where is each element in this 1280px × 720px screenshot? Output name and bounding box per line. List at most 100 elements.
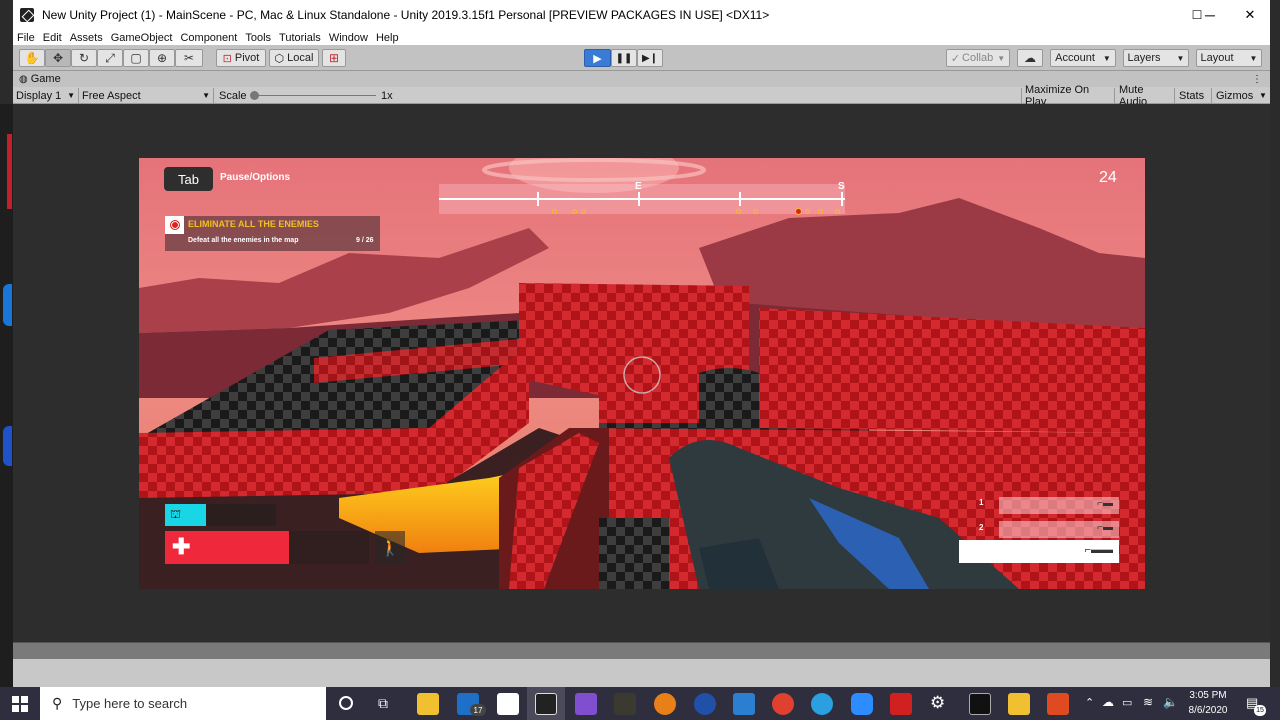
gizmos-toggle[interactable]: Gizmos (1213, 88, 1257, 103)
custom-tool-button[interactable]: ✂ (175, 49, 203, 67)
close-button[interactable]: ✕ (1230, 0, 1270, 30)
acrobat-icon[interactable] (890, 693, 912, 715)
mute-audio-toggle[interactable]: Mute Audio (1116, 84, 1175, 108)
unity-editor-icon[interactable] (535, 693, 557, 715)
scale-tool-button[interactable]: ⤢ (97, 49, 123, 67)
objective-title: ELIMINATE ALL THE ENEMIES (188, 219, 319, 229)
snap-button[interactable]: ⊞ (322, 49, 346, 67)
wifi-icon[interactable]: ≋ (1143, 695, 1153, 709)
menu-gameobject[interactable]: GameObject (111, 32, 173, 44)
game-tab[interactable]: Game (31, 73, 61, 85)
enemy-marker (805, 209, 810, 214)
windows-start-icon[interactable] (12, 696, 28, 712)
account-dropdown[interactable]: Account ▼ (1050, 49, 1116, 67)
compass-east: E (635, 181, 642, 192)
collab-dropdown[interactable]: ✓ Collab ▼ (946, 49, 1010, 67)
scale-icon: ⤢ (105, 50, 115, 65)
game-viewport[interactable]: Tab Pause/Options E S 24 ELIMINATE ALL T… (13, 104, 1270, 642)
transform-icon: ⊕ (156, 51, 168, 65)
menu-component[interactable]: Component (180, 32, 237, 44)
rotate-tool-button[interactable]: ↻ (71, 49, 97, 67)
maximize-button[interactable]: ☐ (1177, 0, 1217, 30)
pivot-toggle[interactable]: ⊡ Pivot (216, 49, 266, 67)
health-bar: ✚ (165, 531, 369, 564)
stats-toggle[interactable]: Stats (1176, 88, 1212, 103)
menu-help[interactable]: Help (376, 32, 399, 44)
scale-slider-handle[interactable] (250, 91, 259, 100)
main-toolbar: ✋ ✥ ↻ ⤢ ▢ ⊕ ✂ ⊡ Pivot ⬡ Local ⊞ ▶ ❚❚ ▶❙ ✓ C… (13, 45, 1270, 71)
move-tool-button[interactable]: ✥ (45, 49, 71, 67)
chevron-down-icon: ▼ (1102, 53, 1111, 63)
viewport-scrollbar[interactable] (13, 642, 1270, 659)
menu-tutorials[interactable]: Tutorials (279, 32, 321, 44)
menu-file[interactable]: File (17, 32, 35, 44)
menu-bar: File Edit Assets GameObject Component To… (13, 30, 1270, 45)
block (599, 518, 669, 589)
chrome-icon[interactable] (772, 693, 794, 715)
menu-assets[interactable]: Assets (70, 32, 103, 44)
chevron-down-icon: ▼ (202, 91, 210, 100)
clock-time[interactable]: 3:05 PM (1188, 690, 1228, 701)
app-icon[interactable] (694, 693, 716, 715)
taskbar-search-box[interactable]: ⚲ Type here to search (40, 687, 326, 720)
play-button[interactable]: ▶ (584, 49, 611, 67)
unity-hub-icon[interactable] (497, 693, 519, 715)
maze-wall (759, 308, 1145, 433)
enemy-marker (581, 209, 586, 214)
cloud-button[interactable]: ☁ (1017, 49, 1043, 67)
compass-line (439, 198, 845, 200)
rect-tool-button[interactable]: ▢ (123, 49, 149, 67)
aspect-dropdown[interactable]: Free Aspect ▼ (79, 88, 214, 103)
settings-gear-icon[interactable]: ⚙ (930, 693, 945, 713)
chevron-down-icon[interactable]: ▼ (1259, 91, 1267, 100)
maximize-on-play-toggle[interactable]: Maximize On Play (1021, 84, 1115, 108)
jetpack-meter: ⛫ (165, 504, 276, 526)
grid-snap-icon: ⊞ (328, 51, 340, 65)
task-view-icon[interactable]: ⧉ (378, 695, 388, 712)
desktop-icon-fragment (3, 284, 12, 326)
telegram-icon[interactable] (811, 693, 833, 715)
hand-tool-button[interactable]: ✋ (19, 49, 45, 67)
blender-icon[interactable] (654, 693, 676, 715)
hand-icon: ✋ (24, 51, 40, 65)
more-options-icon[interactable]: ⋮ (1252, 74, 1262, 85)
enemy-marker (835, 209, 840, 214)
transform-tool-button[interactable]: ⊕ (149, 49, 175, 67)
battery-icon[interactable]: ▭ (1122, 696, 1132, 709)
jetpack-icon: ⛫ (170, 507, 182, 521)
local-toggle[interactable]: ⬡ Local (269, 49, 319, 67)
menu-tools[interactable]: Tools (245, 32, 271, 44)
grid-app-icon[interactable] (733, 693, 755, 715)
menu-window[interactable]: Window (329, 32, 368, 44)
terminal-icon[interactable] (969, 693, 991, 715)
step-button[interactable]: ▶❙ (637, 49, 663, 67)
weapon-slot-1-number: 1 (979, 498, 984, 507)
pause-button[interactable]: ❚❚ (611, 49, 637, 67)
display-dropdown[interactable]: Display 1 ▼ (13, 88, 79, 103)
collab-label: Collab (962, 52, 994, 64)
enemy-marker (736, 209, 741, 214)
file-explorer-icon[interactable] (417, 693, 439, 715)
chevron-down-icon: ▼ (997, 53, 1006, 63)
visual-studio-icon[interactable] (575, 693, 597, 715)
enemy-marker (572, 209, 577, 214)
compass-tick (638, 192, 640, 206)
chevron-down-icon: ▼ (1176, 53, 1185, 63)
office-icon[interactable] (1047, 693, 1069, 715)
display-label: Display 1 (16, 89, 62, 102)
scale-slider-track[interactable] (254, 95, 376, 96)
menu-edit[interactable]: Edit (43, 32, 62, 44)
zoom-icon[interactable] (851, 693, 873, 715)
game-render[interactable]: Tab Pause/Options E S 24 ELIMINATE ALL T… (139, 158, 1145, 589)
clock-date[interactable]: 8/6/2020 (1184, 705, 1232, 716)
layers-dropdown[interactable]: Layers ▼ (1123, 49, 1189, 67)
layout-dropdown[interactable]: Layout ▼ (1196, 49, 1262, 67)
notes-icon[interactable] (1008, 693, 1030, 715)
tray-chevron-up-icon[interactable]: ⌃ (1085, 696, 1094, 709)
onedrive-cloud-icon[interactable]: ☁ (1102, 695, 1114, 709)
cortana-icon[interactable] (339, 696, 353, 710)
app-icon[interactable] (614, 693, 636, 715)
volume-icon[interactable]: 🔈 (1163, 695, 1178, 709)
title-bar: New Unity Project (1) - MainScene - PC, … (13, 0, 1270, 30)
enemy-marker (753, 209, 758, 214)
